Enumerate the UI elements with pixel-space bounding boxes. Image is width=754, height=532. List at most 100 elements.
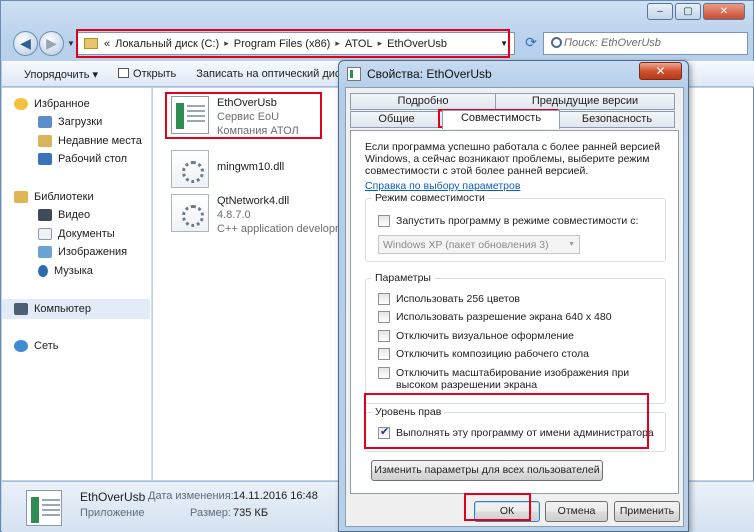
checkbox-label: Использовать разрешение экрана 640 x 480	[396, 311, 612, 323]
dll-gear-icon	[171, 150, 209, 188]
group-title: Режим совместимости	[372, 192, 488, 204]
sidebar-label: Сеть	[34, 340, 59, 352]
recent-places-icon	[38, 135, 52, 147]
sidebar-item-favorites[interactable]: Избранное	[14, 98, 90, 110]
open-label: Открыть	[133, 68, 177, 80]
dialog-title: Свойства: EthOverUsb	[367, 67, 492, 81]
checkbox[interactable]	[378, 348, 390, 360]
checkbox[interactable]	[378, 367, 390, 379]
dialog-body: Подробно Предыдущие версии Общие Совмест…	[345, 87, 684, 527]
option-256-colors[interactable]: Использовать 256 цветов	[378, 293, 520, 305]
tab-compatibility[interactable]: Совместимость	[442, 110, 560, 129]
network-icon	[14, 340, 28, 352]
compat-mode-checkbox-row[interactable]: Запустить программу в режиме совместимос…	[378, 215, 638, 227]
sidebar-label: Изображения	[58, 246, 128, 258]
compat-mode-group: Режим совместимости Запустить программу …	[365, 192, 666, 262]
select-value: Windows XP (пакет обновления 3)	[383, 239, 549, 251]
checkbox-label-line2: высоком разрешении экрана	[396, 379, 538, 391]
open-icon	[118, 68, 130, 78]
details-modified-value: 14.11.2016 16:48	[233, 490, 318, 502]
computer-icon	[14, 303, 28, 315]
sidebar-item-video[interactable]: Видео	[38, 209, 90, 221]
tab-security[interactable]: Безопасность	[559, 111, 675, 128]
images-icon	[38, 246, 52, 258]
sidebar-item-recent[interactable]: Недавние места	[38, 135, 142, 147]
details-size-label: Размер:	[190, 507, 231, 519]
video-icon	[38, 209, 52, 221]
recent-pages-dropdown-icon[interactable]: ▼	[67, 39, 75, 48]
checkbox-label: Использовать 256 цветов	[396, 293, 521, 305]
details-size-value: 735 КБ	[233, 507, 269, 519]
sidebar-label: Избранное	[34, 98, 90, 110]
forward-button[interactable]: ▶	[39, 31, 64, 56]
checkbox-label: Запустить программу в режиме совместимос…	[396, 215, 639, 227]
desktop-icon	[38, 153, 52, 165]
sidebar-item-libraries[interactable]: Библиотеки	[14, 191, 94, 203]
sidebar-item-computer[interactable]: Компьютер	[14, 303, 91, 315]
music-icon	[38, 265, 48, 277]
sidebar-item-documents[interactable]: Документы	[38, 228, 115, 240]
sidebar-label: Компьютер	[34, 303, 91, 315]
sidebar-label: Библиотеки	[34, 191, 94, 203]
sidebar-label: Недавние места	[58, 135, 142, 147]
ok-highlight-box	[464, 493, 531, 521]
close-button[interactable]: ✕	[703, 3, 745, 20]
file-highlight-box	[165, 92, 322, 139]
sidebar-item-downloads[interactable]: Загрузки	[38, 116, 102, 128]
dialog-title-bar: Свойства: EthOverUsb	[347, 67, 492, 81]
sidebar-item-music[interactable]: Музыка	[38, 265, 93, 277]
checkbox-label: Отключить масштабирование изображения пр…	[396, 367, 630, 379]
application-icon	[26, 490, 62, 526]
checkbox[interactable]	[378, 330, 390, 342]
navigation-pane: Избранное Загрузки Недавние места Рабочи…	[2, 88, 152, 480]
tab-previous-versions[interactable]: Предыдущие версии	[495, 93, 675, 110]
libraries-icon	[14, 191, 28, 203]
compat-os-select[interactable]: Windows XP (пакет обновления 3) ▼	[378, 235, 580, 254]
option-disable-dpi-scaling[interactable]: Отключить масштабирование изображения пр…	[378, 367, 629, 391]
checkbox[interactable]	[378, 293, 390, 305]
minimize-button[interactable]: –	[647, 3, 673, 20]
group-title: Параметры	[372, 272, 434, 284]
option-disable-composition[interactable]: Отключить композицию рабочего стола	[378, 348, 589, 360]
search-input[interactable]: Поиск: EthOverUsb	[543, 32, 748, 55]
sidebar-item-network[interactable]: Сеть	[14, 340, 58, 352]
sidebar-label: Документы	[58, 228, 115, 240]
change-all-users-button[interactable]: Изменить параметры для всех пользователе…	[371, 460, 603, 481]
checkbox[interactable]	[378, 311, 390, 323]
file-item-mingwm10[interactable]: mingwm10.dll	[171, 150, 284, 188]
sidebar-item-desktop[interactable]: Рабочий стол	[38, 153, 127, 165]
checkbox-label: Отключить визуальное оформление	[396, 330, 574, 342]
back-button[interactable]: ◀	[13, 31, 38, 56]
address-highlight-box	[76, 29, 510, 58]
burn-button[interactable]: Записать на оптический диск	[196, 68, 345, 80]
sidebar-item-images[interactable]: Изображения	[38, 246, 127, 258]
star-icon	[14, 98, 28, 110]
privilege-highlight-box	[364, 393, 649, 449]
dll-gear-icon	[171, 194, 209, 232]
open-button[interactable]: Открыть	[118, 68, 176, 80]
window-controls: – ▢ ✕	[647, 3, 745, 20]
file-name: mingwm10.dll	[217, 161, 285, 173]
downloads-icon	[38, 116, 52, 128]
sidebar-label: Видео	[58, 209, 91, 221]
tab-general[interactable]: Общие	[350, 111, 443, 128]
cancel-button[interactable]: Отмена	[545, 501, 608, 522]
maximize-button[interactable]: ▢	[675, 3, 701, 20]
search-placeholder: Поиск: EthOverUsb	[564, 37, 661, 49]
option-disable-themes[interactable]: Отключить визуальное оформление	[378, 330, 574, 342]
help-link[interactable]: Справка по выбору параметров	[365, 180, 520, 192]
option-640x480[interactable]: Использовать разрешение экрана 640 x 480	[378, 311, 612, 323]
apply-button[interactable]: Применить	[614, 501, 680, 522]
tab-details[interactable]: Подробно	[350, 93, 496, 110]
details-file-type: Приложение	[80, 507, 145, 519]
dialog-close-button[interactable]: ✕	[639, 62, 682, 80]
chevron-down-icon: ▼	[568, 241, 575, 248]
compat-mode-checkbox[interactable]	[378, 215, 390, 227]
organize-button[interactable]: Упорядочить ▾	[24, 68, 98, 81]
refresh-icon[interactable]: ⟳	[521, 34, 541, 54]
checkbox-label: Отключить композицию рабочего стола	[396, 348, 590, 360]
sidebar-label: Загрузки	[58, 116, 103, 128]
params-group: Параметры Использовать 256 цветов Исполь…	[365, 272, 666, 404]
details-file-name: EthOverUsb	[80, 490, 146, 504]
sidebar-label: Музыка	[54, 265, 93, 277]
